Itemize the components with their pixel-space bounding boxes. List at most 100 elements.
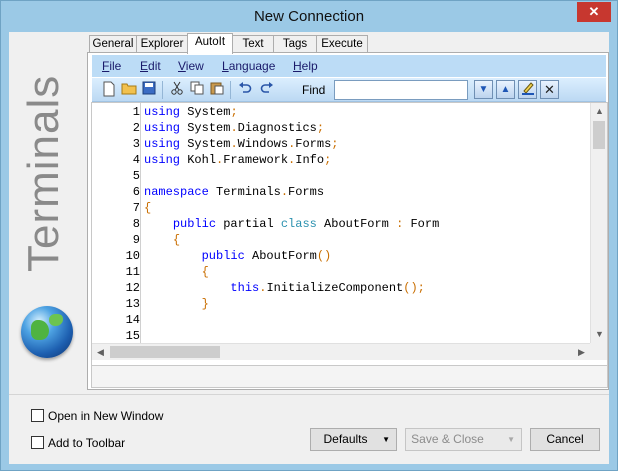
clear-icon[interactable]: ✕ [540,80,559,99]
menu-edit[interactable]: Edit [140,59,161,73]
menu-view[interactable]: View [178,59,204,73]
code-token: Info [295,153,325,167]
find-next-icon[interactable]: ▼ [474,80,493,99]
line-number: 8 [132,217,140,231]
save-close-button[interactable]: Save & Close ▼ [405,428,522,451]
tab-tags[interactable]: Tags [273,35,317,53]
code-editor[interactable]: 1 2 3 4 5 6 7 8 9 10 11 12 13 14 15 using System; using… [91,102,608,388]
code-line: using System.Windows.Forms; [144,137,338,151]
code-token: using [144,137,181,151]
vertical-scroll-thumb[interactable] [593,121,605,149]
code-token: class [280,217,317,231]
horizontal-scroll-thumb[interactable] [110,346,220,358]
line-number: 1 [132,105,140,119]
scroll-right-icon[interactable]: ▶ [573,344,590,361]
undo-icon[interactable] [236,81,254,99]
code-line: this.InitializeComponent(); [144,281,425,295]
options-divider [9,394,609,395]
add-toolbar-checkbox[interactable] [31,436,44,449]
chevron-down-icon: ▼ [382,435,390,444]
code-token: Framework [223,153,289,167]
find-label: Find [302,83,325,97]
find-label-text: Find [302,83,326,97]
line-number: 15 [125,329,140,343]
code-token: Forms [295,137,332,151]
highlight-icon[interactable] [518,80,537,99]
find-previous-icon[interactable]: ▲ [496,80,515,99]
code-line: using Kohl.Framework.Info; [144,153,331,167]
menu-file[interactable]: File [102,59,121,73]
code-token: AboutForm [316,217,397,231]
code-token: Forms [288,185,325,199]
line-number: 9 [132,233,140,247]
code-line: namespace Terminals.Forms [144,185,324,199]
code-token: this [230,281,260,295]
line-number-gutter: 1 2 3 4 5 6 7 8 9 10 11 12 13 14 15 [92,103,140,343]
tab-general[interactable]: General [89,35,137,53]
code-token: System [180,121,231,135]
redo-icon[interactable] [258,81,276,99]
code-token: . [230,121,238,135]
cancel-button[interactable]: Cancel [530,428,600,451]
editor-status-bar [92,365,607,387]
horizontal-scrollbar[interactable]: ◀ ▶ [92,343,590,360]
cut-icon[interactable] [168,81,186,99]
code-token: public [201,249,245,263]
globe-icon [21,306,73,358]
defaults-button-label: Defaults [323,432,368,446]
add-toolbar-label[interactable]: Add to Toolbar [48,436,125,450]
code-token: System [180,105,231,119]
code-token: using [144,105,181,119]
line-number: 11 [125,265,140,279]
code-token: () [316,249,332,263]
menu-language[interactable]: Language [222,59,275,73]
code-token: { [201,265,209,279]
scroll-down-icon[interactable]: ▼ [591,326,608,343]
tab-execute[interactable]: Execute [316,35,368,53]
new-file-icon[interactable] [100,81,118,99]
chevron-down-icon: ▼ [507,435,515,444]
save-icon[interactable] [140,81,158,99]
tab-explorer[interactable]: Explorer [136,35,188,53]
branding-sidebar: Terminals [9,32,85,389]
code-token: } [201,297,209,311]
code-token: (); [403,281,425,295]
terminals-brand-text: Terminals [19,74,68,272]
code-token: . [280,185,289,199]
code-line: public AboutForm() [144,249,332,263]
code-token: Diagnostics [237,121,317,135]
code-token: ; [316,121,325,135]
line-number: 12 [125,281,140,295]
menu-help[interactable]: Help [293,59,318,73]
defaults-button[interactable]: Defaults ▼ [310,428,397,451]
tab-autoit[interactable]: AutoIt [187,33,233,54]
find-input[interactable] [334,80,468,100]
gutter-divider [140,103,141,343]
open-folder-icon[interactable] [120,81,138,99]
code-line: { [144,201,151,215]
code-line: using System; [144,105,238,119]
line-number: 5 [132,169,140,183]
vertical-scrollbar[interactable]: ▲ ▼ [590,103,607,343]
open-new-window-label[interactable]: Open in New Window [48,409,163,423]
tab-text[interactable]: Text [232,35,274,53]
paste-icon[interactable] [208,81,226,99]
code-text-area[interactable]: using System; using System.Diagnostics; us… [144,103,584,343]
scroll-left-icon[interactable]: ◀ [92,344,109,361]
code-token: using [144,153,181,167]
scroll-up-icon[interactable]: ▲ [591,103,608,120]
close-icon[interactable]: ✕ [577,2,611,22]
code-token: System [180,137,231,151]
code-token: { [172,233,181,247]
open-new-window-checkbox[interactable] [31,409,44,422]
code-line: public partial class AboutForm : Form [144,217,439,231]
code-token: ; [324,153,332,167]
code-token: Form [403,217,440,231]
copy-icon[interactable] [188,81,206,99]
